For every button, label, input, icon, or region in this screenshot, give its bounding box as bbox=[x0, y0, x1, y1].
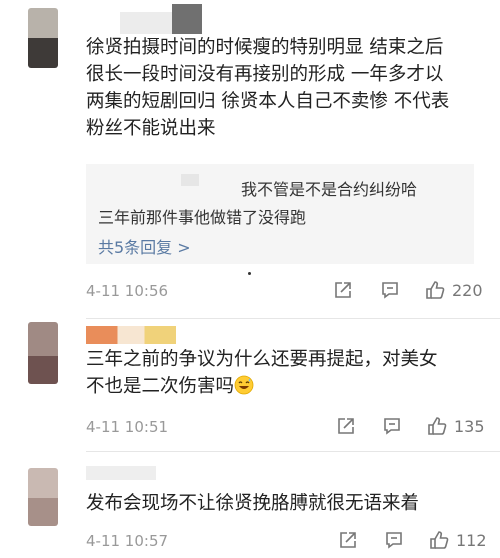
username-blurred[interactable] bbox=[86, 466, 156, 480]
separator-dot bbox=[248, 272, 251, 275]
view-more-replies-link[interactable]: 共5条回复 > bbox=[98, 234, 191, 258]
comment-text: 徐贤拍摄时间的时候瘦的特别明显 结束之后 很长一段时间没有再接别的形成 一年多才… bbox=[86, 37, 450, 139]
like-button[interactable]: 112 bbox=[428, 529, 487, 551]
username-blurred[interactable] bbox=[86, 326, 176, 344]
avatar[interactable] bbox=[28, 468, 58, 526]
share-button[interactable] bbox=[333, 280, 353, 300]
username-blurred[interactable] bbox=[172, 4, 202, 34]
comment-text: 三年之前的争议为什么还要再提起，对美女 不也是二次伤害吗 bbox=[86, 346, 476, 403]
share-icon bbox=[340, 532, 356, 548]
like-button[interactable]: 220 bbox=[424, 279, 483, 301]
comment-icon bbox=[382, 282, 398, 299]
comment-1: 徐贤拍摄时间的时候瘦的特别明显 结束之后 很长一段时间没有再接别的形成 一年多才… bbox=[0, 0, 500, 320]
divider bbox=[86, 318, 500, 319]
comment-button[interactable] bbox=[384, 530, 404, 550]
sweat-smile-emoji-icon bbox=[234, 375, 254, 403]
comment-text: 发布会现场不让徐贤挽胳膊就很无语来着 bbox=[86, 493, 420, 514]
comment-time: 4-11 10:56 bbox=[86, 282, 169, 300]
comment-3: 发布会现场不让徐贤挽胳膊就很无语来着 4-11 10:57 112 bbox=[0, 452, 500, 558]
comment-icon bbox=[384, 418, 400, 435]
comment-icon bbox=[386, 532, 402, 549]
comment-time: 4-11 10:57 bbox=[86, 532, 169, 550]
like-count: 220 bbox=[452, 280, 483, 300]
like-button[interactable]: 135 bbox=[426, 415, 485, 437]
avatar[interactable] bbox=[28, 322, 58, 384]
avatar[interactable] bbox=[28, 8, 58, 68]
username-blurred[interactable] bbox=[120, 12, 180, 34]
comment-button[interactable] bbox=[382, 416, 402, 436]
share-button[interactable] bbox=[336, 416, 356, 436]
reply-text: 三年前那件事他做错了没得跑 bbox=[98, 208, 307, 227]
reply-text: 我不管是不是合约纠纷哈 bbox=[241, 180, 418, 199]
share-button[interactable] bbox=[338, 530, 358, 550]
thumbs-up-icon bbox=[428, 417, 447, 435]
like-count: 112 bbox=[456, 530, 487, 550]
share-icon bbox=[338, 418, 354, 434]
comment-time: 4-11 10:51 bbox=[86, 418, 169, 436]
share-icon bbox=[335, 282, 351, 298]
comment-2: 三年之前的争议为什么还要再提起，对美女 不也是二次伤害吗 4-11 10:51 … bbox=[0, 320, 500, 450]
thumbs-up-icon bbox=[426, 281, 445, 299]
reply-username-blurred bbox=[181, 174, 199, 186]
thumbs-up-icon bbox=[430, 531, 449, 549]
like-count: 135 bbox=[454, 416, 485, 436]
replies-box[interactable]: 我不管是不是合约纠纷哈 三年前那件事他做错了没得跑 共5条回复 > bbox=[86, 164, 474, 264]
comment-button[interactable] bbox=[380, 280, 400, 300]
